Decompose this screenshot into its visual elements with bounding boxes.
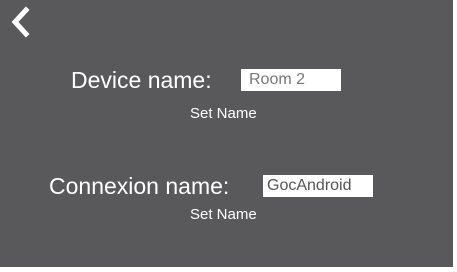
set-connexion-name-button[interactable]: Set Name bbox=[190, 206, 257, 224]
connexion-name-label: Connexion name: bbox=[49, 173, 230, 199]
connexion-name-input[interactable] bbox=[263, 175, 373, 197]
set-device-name-button[interactable]: Set Name bbox=[190, 105, 257, 123]
back-button[interactable] bbox=[8, 6, 34, 38]
device-settings-screen: Device name: Set Name Connexion name: Se… bbox=[0, 0, 453, 267]
device-name-input[interactable] bbox=[241, 69, 341, 91]
chevron-left-icon bbox=[11, 6, 30, 38]
device-name-label: Device name: bbox=[71, 67, 212, 93]
